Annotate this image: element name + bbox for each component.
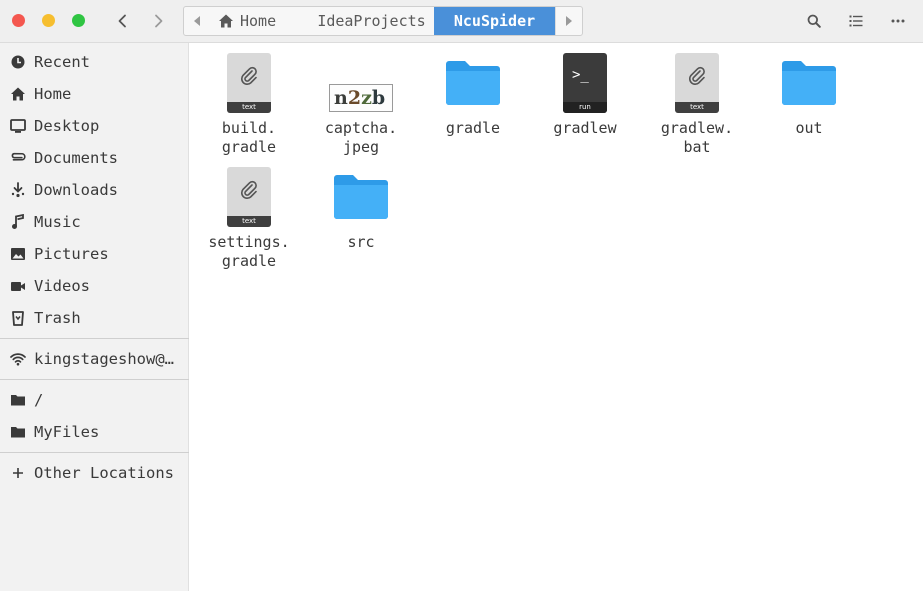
sidebar-item-label: Videos: [34, 277, 90, 295]
file-name: out: [795, 119, 823, 137]
sidebar-item-label: Home: [34, 85, 72, 103]
text-file-icon: text: [665, 51, 729, 115]
sidebar-item-root[interactable]: /: [0, 385, 189, 415]
sidebar-item-label: Downloads: [34, 181, 118, 199]
file-name: settings. gradle: [208, 233, 290, 270]
file-grid: text build. gradle n2zb captcha. jpeg gr…: [190, 43, 923, 591]
sidebar-divider: [0, 452, 189, 453]
sidebar-item-label: Music: [34, 213, 81, 231]
path-bar: Home IdeaProjects NcuSpider: [183, 6, 583, 36]
file-item[interactable]: src: [306, 165, 416, 252]
text-file-icon: text: [217, 165, 281, 229]
path-scroll-left-button[interactable]: [184, 7, 210, 35]
documents-icon: [9, 149, 27, 167]
image-thumbnail: n2zb: [329, 51, 393, 115]
folder-icon: [329, 165, 393, 229]
file-item[interactable]: gradle: [418, 51, 528, 138]
sidebar-divider: [0, 338, 189, 339]
more-menu-button[interactable]: [887, 10, 909, 32]
sidebar-item-label: Pictures: [34, 245, 109, 263]
file-item[interactable]: text gradlew. bat: [642, 51, 752, 157]
close-window-button[interactable]: [12, 14, 25, 27]
sidebar-item-trash[interactable]: Trash: [0, 303, 189, 333]
sidebar-item-network[interactable]: kingstageshow@…: [0, 344, 189, 374]
picture-icon: [9, 245, 27, 263]
breadcrumb-home[interactable]: Home: [210, 7, 308, 35]
search-icon: [807, 14, 821, 28]
folder-icon: [9, 423, 27, 441]
sidebar-item-label: Trash: [34, 309, 81, 327]
executable-icon: >_ run: [553, 51, 617, 115]
sidebar-item-label: MyFiles: [34, 423, 100, 441]
plus-icon: [9, 464, 27, 482]
view-toggle-button[interactable]: [845, 10, 867, 32]
sidebar-item-label: kingstageshow@…: [34, 350, 174, 368]
forward-button[interactable]: [145, 8, 171, 34]
download-icon: [9, 181, 27, 199]
file-item[interactable]: text build. gradle: [194, 51, 304, 157]
desktop-icon: [9, 117, 27, 135]
breadcrumb-ideaprojects[interactable]: IdeaProjects: [308, 7, 434, 35]
file-name: gradlew. bat: [660, 119, 734, 156]
network-icon: [9, 350, 27, 368]
more-icon: [891, 19, 905, 23]
file-name: captcha. jpeg: [324, 119, 398, 156]
sidebar-item-downloads[interactable]: Downloads: [0, 175, 189, 205]
trash-icon: [9, 309, 27, 327]
sidebar-item-pictures[interactable]: Pictures: [0, 239, 189, 269]
back-button[interactable]: [110, 8, 136, 34]
clock-icon: [9, 53, 27, 71]
sidebar-item-home[interactable]: Home: [0, 79, 189, 109]
sidebar-item-videos[interactable]: Videos: [0, 271, 189, 301]
search-button[interactable]: [803, 10, 825, 32]
list-view-icon: [849, 15, 863, 27]
chevron-right-icon: [155, 14, 163, 28]
sidebar-item-label: /: [34, 391, 44, 409]
sidebar-item-label: Documents: [34, 149, 118, 167]
folder-icon: [9, 391, 27, 409]
video-icon: [9, 277, 27, 295]
header-bar: Home IdeaProjects NcuSpider: [0, 0, 923, 43]
sidebar-item-other-locations[interactable]: Other Locations: [0, 458, 189, 488]
music-icon: [9, 213, 27, 231]
triangle-left-icon: [194, 16, 200, 26]
file-item[interactable]: >_ run gradlew: [530, 51, 640, 138]
sidebar-item-desktop[interactable]: Desktop: [0, 111, 189, 141]
file-item[interactable]: text settings. gradle: [194, 165, 304, 271]
sidebar-item-label: Recent: [34, 53, 90, 71]
file-name: gradlew: [553, 119, 617, 137]
text-file-icon: text: [217, 51, 281, 115]
sidebar-item-documents[interactable]: Documents: [0, 143, 189, 173]
home-icon: [9, 85, 27, 103]
home-icon: [219, 14, 233, 28]
file-name: build. gradle: [221, 119, 277, 156]
breadcrumb-home-label: Home: [240, 12, 277, 30]
breadcrumb-ideaprojects-label: IdeaProjects: [317, 12, 426, 30]
file-item[interactable]: out: [754, 51, 864, 138]
breadcrumb-current-label: NcuSpider: [453, 12, 536, 30]
triangle-right-icon: [565, 16, 572, 26]
chevron-left-icon: [118, 14, 126, 28]
sidebar-item-label: Desktop: [34, 117, 100, 135]
maximize-window-button[interactable]: [72, 14, 85, 27]
sidebar-item-recent[interactable]: Recent: [0, 47, 189, 77]
sidebar-divider: [0, 379, 189, 380]
file-name: src: [347, 233, 375, 251]
folder-icon: [777, 51, 841, 115]
file-name: gradle: [445, 119, 501, 137]
sidebar: Recent Home Desktop Documents Downloads …: [0, 43, 189, 591]
sidebar-item-myfiles[interactable]: MyFiles: [0, 417, 189, 447]
sidebar-item-music[interactable]: Music: [0, 207, 189, 237]
file-item[interactable]: n2zb captcha. jpeg: [306, 51, 416, 157]
minimize-window-button[interactable]: [42, 14, 55, 27]
folder-icon: [441, 51, 505, 115]
path-scroll-right-button[interactable]: [555, 7, 581, 35]
breadcrumb-ncuspider[interactable]: NcuSpider: [434, 7, 555, 35]
sidebar-item-label: Other Locations: [34, 464, 174, 482]
